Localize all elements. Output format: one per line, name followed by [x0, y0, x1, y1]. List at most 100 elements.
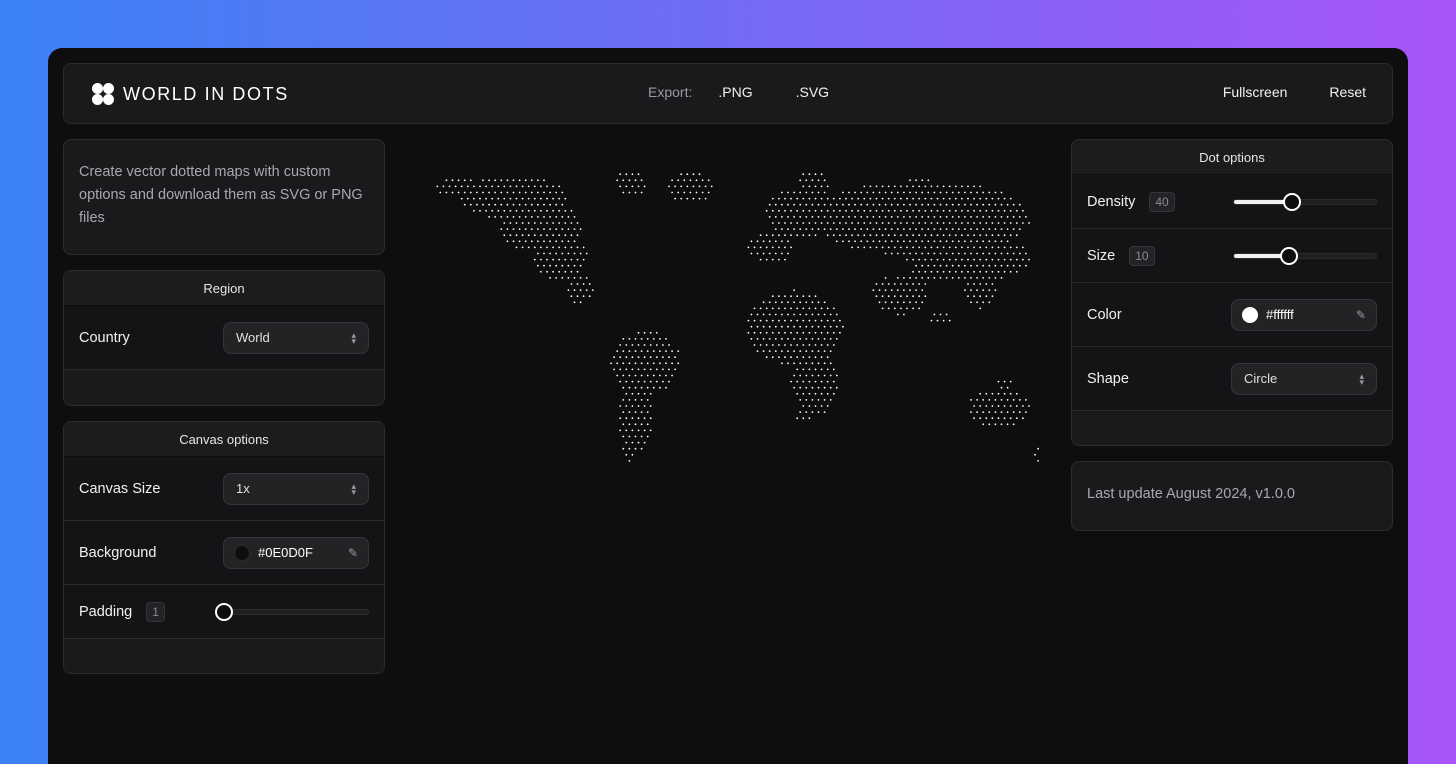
map-dot — [1009, 405, 1012, 407]
map-dot — [829, 325, 832, 328]
map-dot — [930, 209, 933, 212]
map-dot — [1025, 252, 1027, 255]
reset-button[interactable]: Reset — [1329, 84, 1366, 100]
size-slider[interactable] — [1233, 247, 1377, 265]
map-dot — [546, 222, 548, 224]
shape-select[interactable]: Circle ▴ ▾ — [1231, 362, 1377, 395]
map-dot — [793, 325, 795, 328]
map-dot — [497, 209, 500, 212]
map-dot — [851, 197, 853, 200]
map-dot — [906, 283, 908, 285]
map-dot — [906, 295, 908, 298]
map-dot — [781, 362, 783, 365]
map-dot — [939, 277, 942, 279]
map-dot — [881, 197, 884, 200]
map-dot — [811, 374, 814, 377]
map-dot — [588, 295, 591, 298]
map-dot — [961, 222, 963, 224]
map-dot — [863, 222, 866, 224]
map-dot — [988, 277, 991, 279]
region-panel: Region Country World ▴ ▾ — [63, 270, 385, 406]
map-dot — [546, 185, 548, 188]
map-dot — [805, 362, 808, 365]
map-dot — [976, 216, 978, 218]
map-dot — [637, 368, 640, 371]
map-dot — [668, 185, 670, 188]
padding-slider-thumb[interactable] — [215, 603, 233, 621]
map-dot — [622, 374, 625, 377]
map-dot — [646, 399, 649, 401]
map-dot — [954, 185, 957, 188]
fullscreen-button[interactable]: Fullscreen — [1223, 84, 1288, 100]
country-select[interactable]: World ▴ ▾ — [223, 321, 369, 354]
size-slider-thumb[interactable] — [1279, 247, 1298, 265]
map-dot — [701, 179, 704, 182]
map-dot — [649, 344, 652, 346]
map-dot — [640, 362, 643, 365]
map-dot — [982, 191, 985, 194]
map-dot — [530, 179, 533, 182]
map-dot — [942, 197, 945, 200]
map-dot — [753, 319, 756, 322]
map-dot — [631, 429, 634, 432]
canvas-size-select[interactable]: 1x ▴ ▾ — [223, 472, 369, 505]
map-dot — [799, 399, 802, 401]
map-dot — [625, 380, 628, 383]
map-dot — [881, 185, 884, 188]
map-dot — [817, 338, 820, 340]
map-dot — [784, 295, 786, 298]
map-dot — [832, 209, 835, 212]
map-dot — [851, 209, 853, 212]
map-dot — [768, 313, 771, 316]
dot-color-field[interactable]: #ffffff ✎ — [1231, 298, 1377, 331]
map-dot — [826, 356, 829, 359]
map-dot — [799, 386, 802, 389]
map-dot — [781, 191, 783, 194]
map-dot — [759, 246, 762, 249]
pencil-icon[interactable]: ✎ — [1356, 308, 1366, 322]
canvas-size-row: Canvas Size 1x ▴ ▾ — [64, 457, 384, 521]
map-dot — [643, 344, 646, 346]
map-dot — [921, 289, 924, 291]
map-dot — [878, 289, 881, 291]
density-slider-thumb[interactable] — [1282, 193, 1301, 211]
map-dot — [436, 185, 439, 188]
map-dot — [994, 216, 997, 218]
map-dot — [961, 209, 963, 212]
canvas-options-panel: Canvas options Canvas Size 1x ▴ ▾ Backgro… — [63, 421, 385, 674]
map-dot — [948, 258, 951, 261]
density-slider[interactable] — [1233, 193, 1377, 211]
map-dot — [1006, 203, 1009, 206]
map-dot — [814, 380, 817, 383]
map-dot — [823, 386, 826, 389]
background-swatch[interactable] — [234, 544, 250, 561]
map-dot — [839, 209, 841, 212]
map-dot — [820, 209, 823, 212]
map-dot — [445, 179, 448, 182]
map-dot — [585, 252, 588, 255]
map-dot — [585, 277, 588, 279]
padding-slider[interactable] — [215, 603, 369, 621]
map-dot — [668, 368, 670, 371]
map-dot — [774, 252, 777, 255]
map-dot — [936, 197, 939, 200]
map-dot — [759, 234, 762, 237]
map-dot — [988, 289, 991, 291]
map-dot — [552, 185, 554, 188]
map-dot — [668, 380, 670, 383]
export-png-button[interactable]: .PNG — [718, 84, 752, 100]
map-dot — [829, 399, 832, 401]
background-color-field[interactable]: #0E0D0F ✎ — [223, 536, 369, 569]
export-svg-button[interactable]: .SVG — [796, 84, 829, 100]
pencil-icon[interactable]: ✎ — [348, 546, 358, 560]
map-dot — [924, 258, 927, 261]
map-dot — [936, 222, 939, 224]
map-dot — [546, 209, 548, 212]
map-dot — [811, 338, 814, 340]
dot-color-swatch[interactable] — [1242, 306, 1258, 323]
map-dot — [918, 270, 921, 273]
map-dot — [482, 191, 484, 194]
map-dot — [619, 368, 622, 371]
map-dot — [771, 209, 774, 212]
map-dot — [839, 319, 841, 322]
